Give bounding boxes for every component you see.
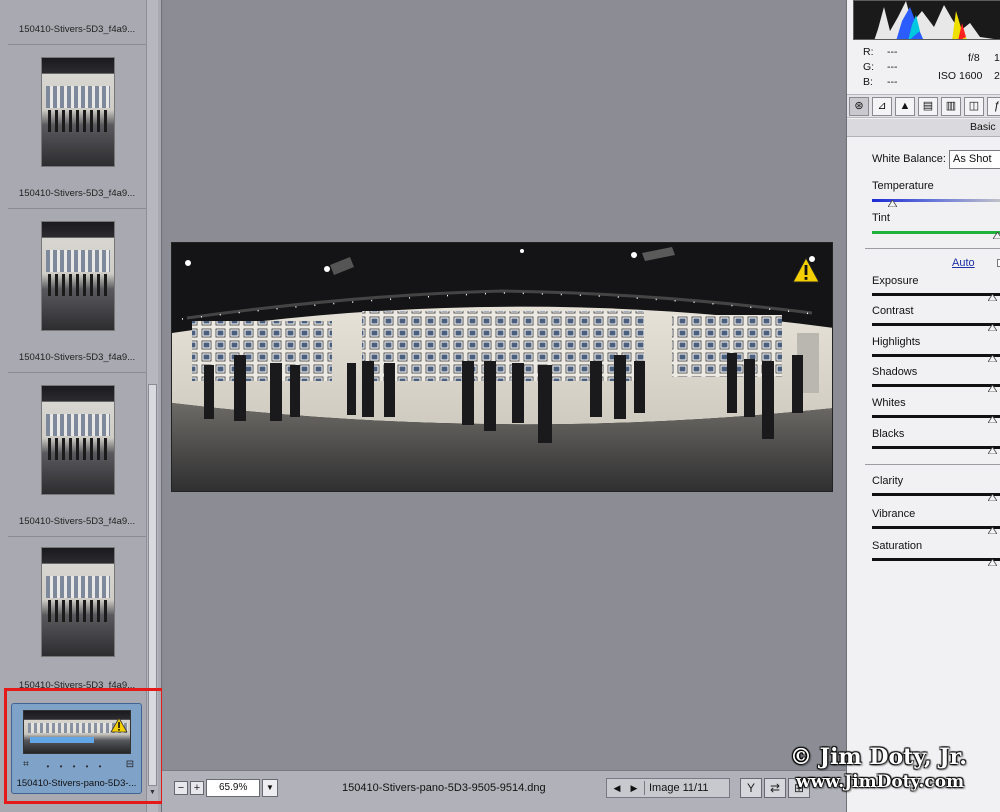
- filmstrip-item-name: 150410-Stivers-5D3_f4a9...: [18, 188, 136, 199]
- basic-panel-header: Basic: [847, 119, 1000, 137]
- saturation-slider-handle[interactable]: [987, 559, 997, 566]
- zoom-dropdown-button[interactable]: ▼: [262, 779, 278, 797]
- shadows-slider[interactable]: [872, 384, 1000, 387]
- zoom-out-button[interactable]: −: [174, 781, 188, 795]
- section-divider: [865, 248, 1000, 249]
- b-label: B:: [863, 76, 873, 88]
- zoom-level-field[interactable]: 65.9%: [206, 779, 260, 797]
- tool-tabs: ⊛ ⊿ ▲ ▤ ▥ ◫ ƒ: [847, 94, 1000, 118]
- filmstrip-thumbnail[interactable]: [41, 57, 115, 167]
- vibrance-slider[interactable]: [872, 526, 1000, 529]
- aperture-value: f/8: [968, 52, 980, 64]
- previous-image-button[interactable]: ◀: [609, 780, 625, 796]
- tab-effects-icon[interactable]: ƒ: [987, 97, 1000, 116]
- contrast-slider-handle[interactable]: [987, 324, 997, 331]
- clarity-slider-handle[interactable]: [987, 494, 997, 501]
- whites-slider-handle[interactable]: [987, 416, 997, 423]
- filmstrip-item-name: 150410-Stivers-5D3_f4a9...: [18, 516, 136, 527]
- tint-slider[interactable]: [872, 231, 1000, 234]
- panel-title: Basic: [970, 121, 996, 133]
- filmstrip-thumbnail[interactable]: [41, 385, 115, 495]
- filmstrip-thumbnail[interactable]: [41, 547, 115, 657]
- tab-lens-corrections-icon[interactable]: ◫: [964, 97, 984, 116]
- filmstrip-divider: [8, 44, 146, 45]
- filmstrip-divider: [8, 372, 146, 373]
- toggle-view-button[interactable]: ⇄: [764, 778, 786, 798]
- tab-split-toning-icon[interactable]: ▥: [941, 97, 961, 116]
- vibrance-slider-handle[interactable]: [987, 527, 997, 534]
- white-balance-select[interactable]: As Shot: [949, 150, 1000, 169]
- histogram: [853, 0, 1000, 40]
- vibrance-label: Vibrance: [872, 508, 916, 520]
- whites-slider[interactable]: [872, 415, 1000, 418]
- blacks-label: Blacks: [872, 428, 905, 440]
- temperature-slider-handle[interactable]: [887, 200, 897, 207]
- saturation-slider[interactable]: [872, 558, 1000, 561]
- zoom-in-button[interactable]: +: [190, 781, 204, 795]
- pixel-readouts: R: --- G: --- B: --- f/8 1 ISO 1600 2: [847, 44, 1000, 92]
- exposure-label: Exposure: [872, 275, 919, 287]
- filmstrip-divider: [8, 536, 146, 537]
- shadows-label: Shadows: [872, 366, 918, 378]
- r-label: R:: [863, 46, 874, 58]
- g-label: G:: [863, 61, 875, 73]
- tab-detail-icon[interactable]: ▲: [895, 97, 915, 116]
- highlights-slider-handle[interactable]: [987, 355, 997, 362]
- panorama-image: [171, 242, 833, 492]
- current-filename: 150410-Stivers-pano-5D3-9505-9514.dng: [342, 782, 546, 794]
- contrast-label: Contrast: [872, 305, 914, 317]
- warning-icon: [792, 257, 820, 283]
- bottom-toolbar: − + 65.9% ▼ 150410-Stivers-pano-5D3-9505…: [162, 770, 846, 812]
- filmstrip-item-name: 150410-Stivers-5D3_f4a9...: [18, 24, 136, 35]
- saturation-label: Saturation: [872, 540, 923, 552]
- filmstrip-panel: 150410-Stivers-5D3_f4a9... 150410-Stiver…: [0, 0, 164, 812]
- exposure-slider[interactable]: [872, 293, 1000, 296]
- blacks-slider[interactable]: [872, 446, 1000, 449]
- workflow-options-button[interactable]: Y: [740, 778, 762, 798]
- clarity-label: Clarity: [872, 475, 904, 487]
- filmstrip-item-name: 150410-Stivers-5D3_f4a9...: [18, 352, 136, 363]
- highlights-slider[interactable]: [872, 354, 1000, 357]
- shutter-value: 1: [994, 52, 1000, 64]
- section-divider: [865, 464, 1000, 465]
- filmstrip-thumbnail[interactable]: [41, 221, 115, 331]
- tab-tone-curve-icon[interactable]: ⊿: [872, 97, 892, 116]
- tint-label: Tint: [872, 212, 890, 224]
- white-balance-label: White Balance:: [872, 153, 946, 165]
- next-image-button[interactable]: ▶: [626, 780, 642, 796]
- selection-highlight-box: [4, 688, 164, 804]
- tint-slider-handle[interactable]: [993, 232, 1000, 239]
- adjustments-panel: R: --- G: --- B: --- f/8 1 ISO 1600 2 ⊛ …: [846, 0, 1000, 812]
- focal-length-value: 2: [994, 70, 1000, 82]
- navigator-divider: [644, 781, 645, 795]
- preferences-button[interactable]: ⊞: [788, 778, 810, 798]
- whites-label: Whites: [872, 397, 906, 409]
- shadows-slider-handle[interactable]: [987, 385, 997, 392]
- tab-basic-icon[interactable]: ⊛: [849, 97, 869, 116]
- iso-value: ISO 1600: [938, 70, 983, 82]
- contrast-slider[interactable]: [872, 323, 1000, 326]
- exposure-slider-handle[interactable]: [987, 294, 997, 301]
- image-navigator: ◀ ▶ Image 11/11: [606, 778, 730, 798]
- blacks-slider-handle[interactable]: [987, 447, 997, 454]
- panorama-photo: [172, 243, 832, 491]
- image-counter: Image 11/11: [649, 782, 709, 794]
- auto-link[interactable]: Auto: [952, 257, 975, 269]
- image-preview-area: [165, 0, 845, 770]
- g-value: ---: [887, 61, 898, 73]
- temperature-label: Temperature: [872, 180, 934, 192]
- highlights-label: Highlights: [872, 336, 921, 348]
- filmstrip-divider: [8, 208, 146, 209]
- clarity-slider[interactable]: [872, 493, 1000, 496]
- tab-hsl-icon[interactable]: ▤: [918, 97, 938, 116]
- r-value: ---: [887, 46, 898, 58]
- b-value: ---: [887, 76, 898, 88]
